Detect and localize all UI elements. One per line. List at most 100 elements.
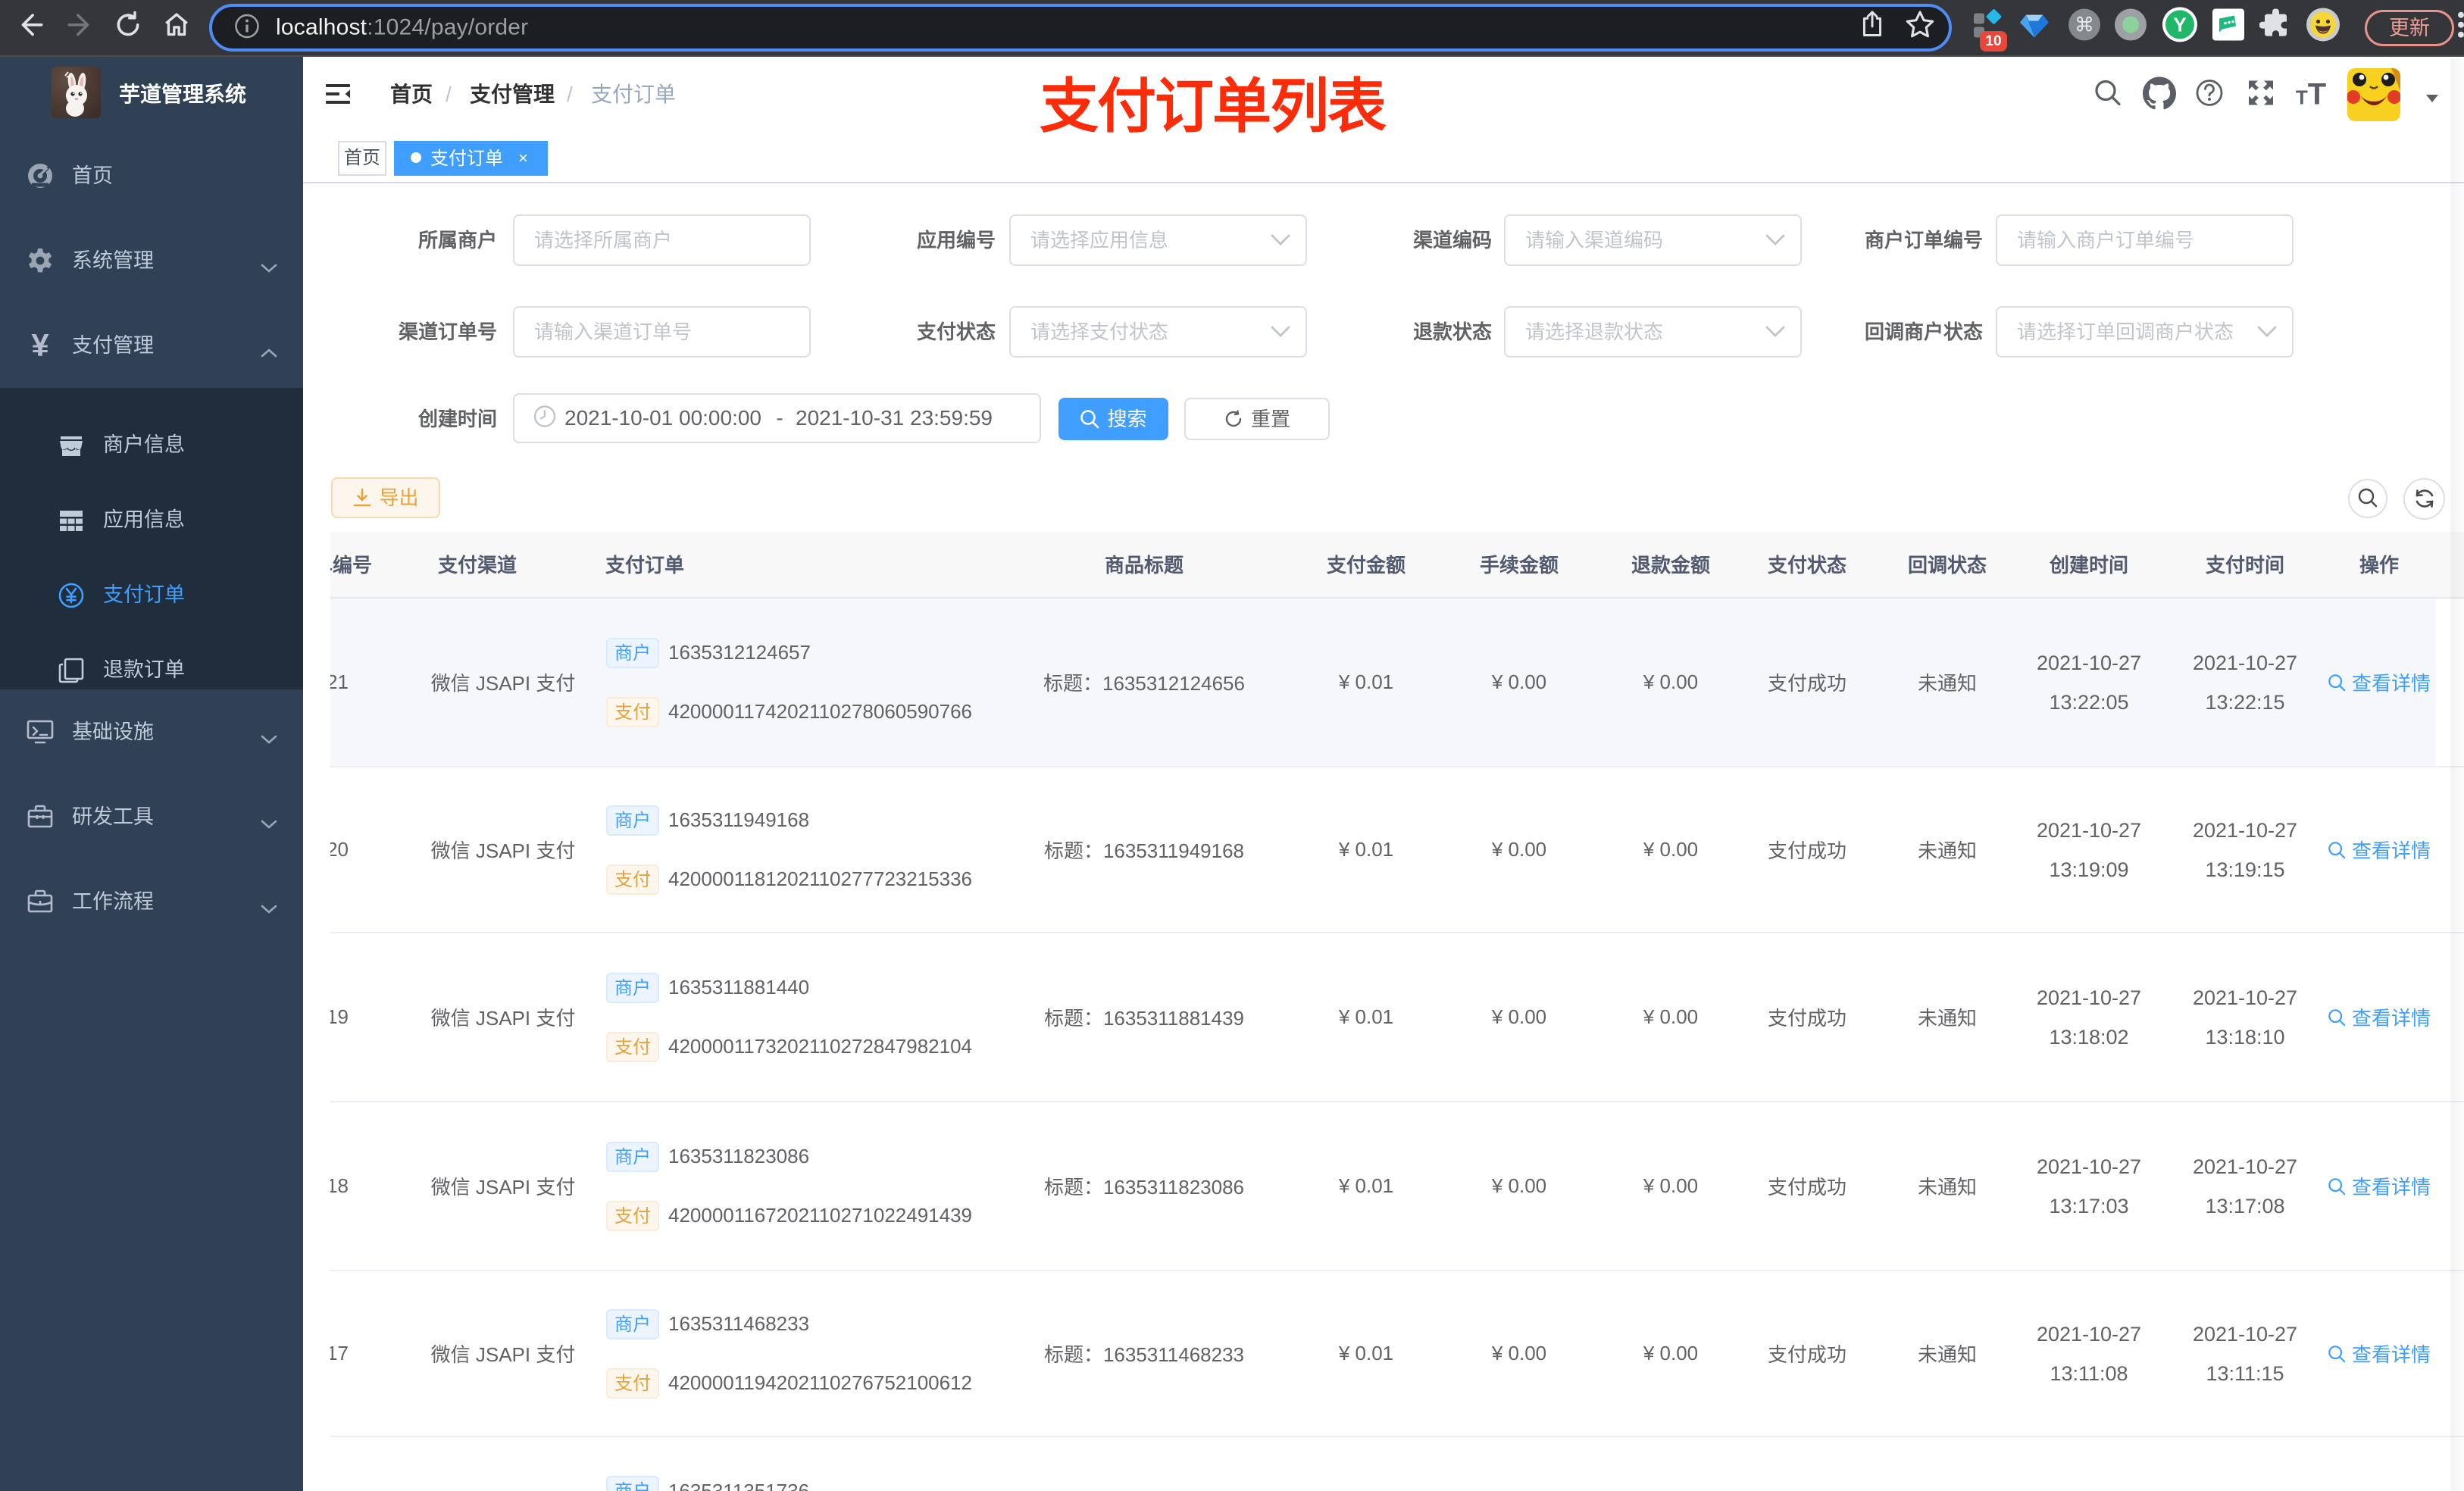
sidebar-item-app-info[interactable]: 应用信息 bbox=[0, 483, 303, 558]
app-logo[interactable]: 芋道管理系统 bbox=[0, 57, 303, 133]
table-row[interactable]: 19 微信 JSAPI 支付 商户 1635311881440 支付 4200001173… bbox=[330, 933, 2464, 1102]
table-cell-ptime bbox=[2188, 1437, 2302, 1491]
column-header: 操作 bbox=[2359, 554, 2399, 577]
site-info-icon[interactable] bbox=[233, 12, 261, 43]
url-bar[interactable]: localhost:1024/pay/order bbox=[209, 4, 1952, 52]
breadcrumb-separator: / bbox=[567, 83, 573, 106]
table-cell-title: 标题：1635311823086 bbox=[1043, 1176, 1245, 1199]
table-row[interactable]: 17 微信 JSAPI 支付 商户 1635311468233 支付 4200001194… bbox=[330, 1271, 2464, 1437]
table-row[interactable]: 20 微信 JSAPI 支付 商户 1635311949168 支付 4200001181… bbox=[330, 767, 2464, 933]
page-scrollbar-gutter[interactable] bbox=[2450, 58, 2464, 1491]
url-text[interactable]: localhost:1024/pay/order bbox=[276, 14, 528, 40]
chevron-down-icon bbox=[261, 255, 277, 273]
view-detail-link[interactable]: 查看详情 bbox=[2328, 836, 2431, 864]
extension-cmd-icon[interactable]: ⌘ bbox=[2068, 8, 2101, 45]
table-cell-ptime: 2021-10-27 13:18:10 bbox=[2192, 986, 2298, 1049]
shop-icon bbox=[58, 432, 85, 459]
extension-dot-icon[interactable] bbox=[2114, 8, 2147, 45]
profile-avatar-icon[interactable] bbox=[2306, 7, 2340, 45]
breadcrumb-home[interactable]: 首页 bbox=[390, 57, 433, 133]
table-row[interactable]: 16商户1635311351736支付 bbox=[330, 1437, 2464, 1491]
sidebar-item-pay-order[interactable]: 支付订单 bbox=[0, 558, 303, 633]
pay-badge: 支付 bbox=[606, 1200, 659, 1231]
reload-icon[interactable] bbox=[114, 10, 142, 42]
caret-down-icon[interactable] bbox=[2425, 93, 2440, 104]
header-search-icon[interactable] bbox=[2093, 78, 2123, 112]
merchant-order-no: 1635311351736 bbox=[668, 1479, 810, 1491]
table-cell-action bbox=[2322, 1437, 2436, 1491]
channel-order-no: 4200001174202110278060590766 bbox=[668, 700, 973, 723]
table-cell-action: 查看详情 bbox=[2322, 599, 2436, 766]
table-cell-fee: ¥ 0.00 bbox=[1491, 1005, 1547, 1028]
table-cell-action: 查看详情 bbox=[2322, 1102, 2436, 1270]
view-detail-link[interactable]: 查看详情 bbox=[2328, 1172, 2431, 1200]
table-cell-status: 支付成功 bbox=[1767, 839, 1846, 862]
table-cell-order: 商户 1635311823086 支付 42000011672021102710224… bbox=[599, 1102, 1015, 1270]
bookmark-star-icon[interactable] bbox=[1905, 9, 1935, 43]
table-cell-notify: 未通知 bbox=[1917, 672, 1977, 695]
table-cell-amount bbox=[1280, 1437, 1452, 1491]
back-icon[interactable] bbox=[17, 10, 45, 42]
sidebar-item-infra[interactable]: 基础设施 bbox=[0, 689, 303, 774]
table-cell-channel: 微信 JSAPI 支付 bbox=[430, 1007, 576, 1030]
view-detail-link[interactable]: 查看详情 bbox=[2328, 1003, 2431, 1031]
forward-icon[interactable] bbox=[65, 10, 94, 42]
merchant-badge: 商户 bbox=[606, 972, 659, 1003]
sidebar-collapse-icon[interactable] bbox=[326, 82, 350, 106]
merchant-badge: 商户 bbox=[606, 1476, 659, 1491]
browser-menu-kebab-icon[interactable] bbox=[2456, 9, 2464, 43]
yen-circle-icon bbox=[58, 582, 85, 609]
table-cell-fee: ¥ 0.00 bbox=[1491, 838, 1547, 861]
breadcrumb-group[interactable]: 支付管理 bbox=[470, 57, 555, 133]
table-cell-channel: 微信 JSAPI 支付 bbox=[430, 672, 576, 695]
sidebar-item-pay[interactable]: ¥ 支付管理 bbox=[0, 303, 303, 388]
tags-view: 首页 支付订单 × bbox=[303, 133, 2464, 183]
breadcrumb-current: 支付订单 bbox=[591, 83, 677, 106]
tag-close-icon[interactable]: × bbox=[518, 142, 528, 174]
table-cell-title: 标题：1635311881439 bbox=[1043, 1007, 1245, 1030]
sidebar-item-home[interactable]: 首页 bbox=[0, 133, 303, 218]
table-body: 21 微信 JSAPI 支付 商户 1635312124657 支付 4200001174… bbox=[330, 599, 2464, 1491]
tag-active-dot bbox=[411, 152, 421, 163]
table-cell-status: 支付成功 bbox=[1767, 1343, 1846, 1366]
view-detail-link[interactable]: 查看详情 bbox=[2328, 668, 2431, 696]
extensions-puzzle-icon[interactable] bbox=[2259, 8, 2291, 44]
user-avatar[interactable] bbox=[2347, 68, 2400, 121]
table-cell-status: 支付成功 bbox=[1767, 1176, 1846, 1199]
magnifier-icon bbox=[2328, 1008, 2346, 1026]
github-icon[interactable] bbox=[2143, 77, 2176, 114]
update-button[interactable]: 更新 bbox=[2365, 10, 2454, 46]
tag-home[interactable]: 首页 bbox=[338, 141, 386, 176]
table-cell-title: 标题：1635311949168 bbox=[1043, 839, 1245, 862]
tag-pay-order[interactable]: 支付订单 × bbox=[394, 141, 548, 176]
sidebar-item-system[interactable]: 系统管理 bbox=[0, 218, 303, 303]
toolbox-icon bbox=[26, 802, 55, 831]
merchant-order-no: 1635311881440 bbox=[668, 976, 810, 999]
browser-toolbar: localhost:1024/pay/order 10 ⌘ Y 更新 bbox=[0, 0, 2464, 57]
share-icon[interactable] bbox=[1858, 10, 1887, 42]
view-detail-link[interactable]: 查看详情 bbox=[2328, 1339, 2431, 1368]
table-header-row: 订单编号支付渠道支付订单商品标题支付金额手续金额退款金额支付状态回调状态创建时间… bbox=[330, 532, 2464, 599]
table-cell-ptime: 2021-10-27 13:22:15 bbox=[2192, 651, 2298, 714]
home-icon[interactable] bbox=[162, 10, 191, 42]
sidebar-submenu: 商户信息 应用信息 支付订单 退款订单 bbox=[0, 388, 303, 689]
table-cell-order: 商户 1635311949168 支付 42000011812021102777232… bbox=[599, 767, 1015, 932]
extension-chat-icon[interactable] bbox=[2212, 8, 2245, 45]
column-header: 支付时间 bbox=[2205, 554, 2284, 577]
sidebar-item-workflow[interactable]: 工作流程 bbox=[0, 859, 303, 944]
pay-badge: 支付 bbox=[606, 1031, 659, 1062]
sidebar-item-merchant-info[interactable]: 商户信息 bbox=[0, 408, 303, 483]
table-cell-channel: 微信 JSAPI 支付 bbox=[430, 1176, 576, 1199]
extension-gem-icon[interactable] bbox=[2018, 8, 2050, 44]
column-header: 商品标题 bbox=[1104, 554, 1184, 577]
sidebar-item-devtools[interactable]: 研发工具 bbox=[0, 774, 303, 859]
merchant-order-no: 1635311468233 bbox=[668, 1312, 810, 1335]
channel-order-no: 4200001181202110277723215336 bbox=[668, 867, 973, 890]
fullscreen-icon[interactable] bbox=[2247, 79, 2275, 111]
extension-y-icon[interactable]: Y bbox=[2162, 6, 2198, 46]
help-icon[interactable] bbox=[2194, 78, 2225, 112]
font-size-icon[interactable]: TT bbox=[2296, 78, 2326, 112]
table-row[interactable]: 21 微信 JSAPI 支付 商户 1635312124657 支付 4200001174… bbox=[330, 599, 2464, 767]
annotation-title: 支付订单列表 bbox=[1040, 73, 1387, 139]
table-row[interactable]: 18 微信 JSAPI 支付 商户 1635311823086 支付 4200001167… bbox=[330, 1102, 2464, 1271]
